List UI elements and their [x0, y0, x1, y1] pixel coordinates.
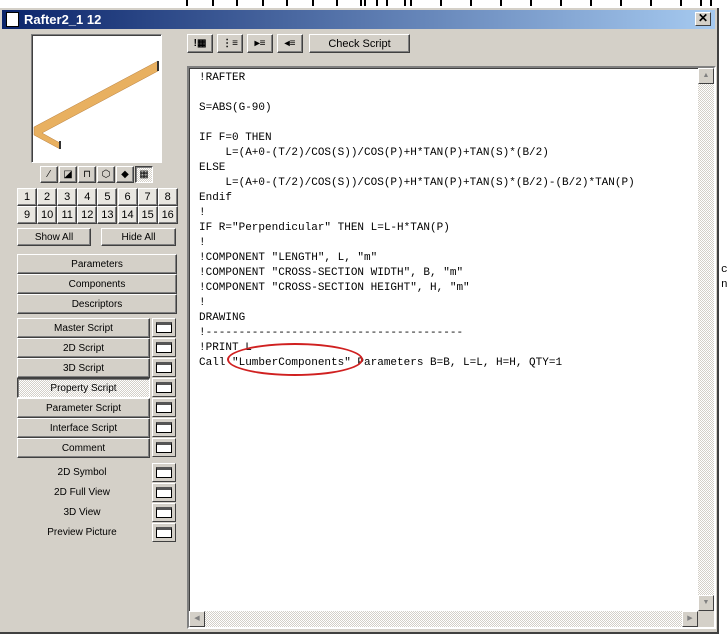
- script-tab-property-script[interactable]: Property Script: [17, 378, 150, 398]
- open-window-icon[interactable]: [152, 503, 176, 522]
- layer-button-7[interactable]: 7: [137, 188, 158, 206]
- shaded-3d-icon[interactable]: ◆: [116, 166, 134, 183]
- view-3d-view[interactable]: 3D View: [17, 507, 147, 518]
- open-window-icon[interactable]: [152, 483, 176, 502]
- script-tab-comment[interactable]: Comment: [17, 438, 150, 458]
- window-title: Rafter2_1 12: [24, 12, 102, 27]
- layer-button-9[interactable]: 9: [17, 206, 37, 224]
- plan-view-icon[interactable]: ⁄: [40, 166, 58, 183]
- scroll-down-icon[interactable]: ▼: [698, 595, 714, 611]
- layer-button-10[interactable]: 10: [37, 206, 58, 224]
- layer-button-15[interactable]: 15: [137, 206, 158, 224]
- gdl-object-window: Rafter2_1 12 ✕ ⁄ ◪ ⊓ ⬡ ◆ ▦ 1 2 3 4 5 6 7 8 9 10 11 12 13 1…: [0, 8, 719, 634]
- code-line[interactable]: !---------------------------------------: [199, 326, 635, 341]
- open-window-icon[interactable]: [152, 438, 176, 457]
- layer-button-5[interactable]: 5: [97, 188, 118, 206]
- script-tab-interface-script[interactable]: Interface Script: [17, 418, 150, 438]
- open-window-icon[interactable]: [152, 338, 176, 357]
- background-ruler: [0, 0, 727, 8]
- layer-button-8[interactable]: 8: [157, 188, 178, 206]
- script-tab-master-script[interactable]: Master Script: [17, 318, 150, 338]
- code-line[interactable]: !: [199, 296, 635, 311]
- section-parameters[interactable]: Parameters: [17, 254, 177, 274]
- code-line[interactable]: S=ABS(G-90): [199, 101, 635, 116]
- script-tab-parameter-script[interactable]: Parameter Script: [17, 398, 150, 418]
- section-icon[interactable]: ◪: [59, 166, 77, 183]
- layer-button-14[interactable]: 14: [117, 206, 138, 224]
- code-line[interactable]: !COMPONENT "CROSS-SECTION WIDTH", B, "m": [199, 266, 635, 281]
- code-line[interactable]: [199, 86, 635, 101]
- open-window-icon[interactable]: [152, 523, 176, 542]
- check-script-button[interactable]: Check Script: [309, 34, 410, 53]
- open-window-icon[interactable]: [152, 378, 176, 397]
- script-tab-2d-script[interactable]: 2D Script: [17, 338, 150, 358]
- outdent-icon[interactable]: ◂≡: [277, 34, 303, 53]
- vertical-scrollbar[interactable]: ▲ ▼: [698, 68, 714, 611]
- code-line[interactable]: L=(A+0-(T/2)/COS(S))/COS(P)+H*TAN(P)+TAN…: [199, 146, 635, 161]
- code-line[interactable]: !: [199, 206, 635, 221]
- layer-button-13[interactable]: 13: [97, 206, 118, 224]
- code-line[interactable]: Endif: [199, 191, 635, 206]
- code-line[interactable]: !COMPONENT "LENGTH", L, "m": [199, 251, 635, 266]
- close-button[interactable]: ✕: [695, 12, 711, 26]
- window-icon: [6, 12, 19, 27]
- section-components[interactable]: Components: [17, 274, 177, 294]
- open-window-icon[interactable]: [152, 418, 176, 437]
- view-2d-full-view[interactable]: 2D Full View: [17, 487, 147, 498]
- code-line[interactable]: !: [199, 236, 635, 251]
- open-window-icon[interactable]: [152, 398, 176, 417]
- rafter-preview-icon: [33, 60, 159, 150]
- title-bar[interactable]: Rafter2_1 12 ✕: [2, 10, 715, 29]
- highlight-ellipse: [227, 343, 363, 376]
- layer-button-11[interactable]: 11: [57, 206, 78, 224]
- open-window-icon[interactable]: [152, 318, 176, 337]
- axonometric-icon[interactable]: ⬡: [97, 166, 115, 183]
- layer-button-16[interactable]: 16: [157, 206, 178, 224]
- code-line[interactable]: !COMPONENT "CROSS-SECTION HEIGHT", H, "m…: [199, 281, 635, 296]
- background-text: c: [721, 264, 727, 276]
- indent-icon[interactable]: ▸≡: [247, 34, 273, 53]
- scroll-left-icon[interactable]: ◀: [189, 611, 205, 627]
- code-text[interactable]: !RAFTER S=ABS(G-90) IF F=0 THEN L=(A+0-(T/…: [199, 71, 635, 371]
- layer-button-6[interactable]: 6: [117, 188, 138, 206]
- layer-button-3[interactable]: 3: [57, 188, 78, 206]
- filmstrip-icon[interactable]: ▦: [135, 166, 153, 183]
- view-2d-symbol[interactable]: 2D Symbol: [17, 467, 147, 478]
- code-line[interactable]: IF F=0 THEN: [199, 131, 635, 146]
- script-tab-3d-script[interactable]: 3D Script: [17, 358, 150, 378]
- preview-image: [31, 34, 162, 163]
- elevation-icon[interactable]: ⊓: [78, 166, 96, 183]
- scroll-up-icon[interactable]: ▲: [698, 68, 714, 84]
- horizontal-scrollbar[interactable]: ◀ ▶: [189, 611, 698, 627]
- open-window-icon[interactable]: [152, 463, 176, 482]
- code-line[interactable]: DRAWING: [199, 311, 635, 326]
- layer-button-1[interactable]: 1: [17, 188, 37, 206]
- code-line[interactable]: L=(A+0-(T/2)/COS(S))/COS(P)+H*TAN(P)+TAN…: [199, 176, 634, 191]
- open-window-icon[interactable]: [152, 358, 176, 377]
- code-line[interactable]: ELSE: [199, 161, 635, 176]
- code-line[interactable]: !RAFTER: [199, 71, 635, 86]
- show-all-button[interactable]: Show All: [17, 228, 91, 246]
- hide-all-button[interactable]: Hide All: [101, 228, 176, 246]
- section-descriptors[interactable]: Descriptors: [17, 294, 177, 314]
- background-text: n: [721, 279, 727, 291]
- layer-button-12[interactable]: 12: [77, 206, 98, 224]
- layer-button-2[interactable]: 2: [37, 188, 58, 206]
- insert-comment-icon[interactable]: !▦: [187, 34, 213, 53]
- layer-button-4[interactable]: 4: [77, 188, 98, 206]
- scroll-right-icon[interactable]: ▶: [682, 611, 698, 627]
- code-line[interactable]: [199, 116, 635, 131]
- code-line[interactable]: IF R="Perpendicular" THEN L=L-H*TAN(P): [199, 221, 635, 236]
- view-preview-picture[interactable]: Preview Picture: [17, 527, 147, 538]
- line-numbers-icon[interactable]: ⋮≡: [217, 34, 243, 53]
- resize-grip-icon[interactable]: [698, 611, 714, 627]
